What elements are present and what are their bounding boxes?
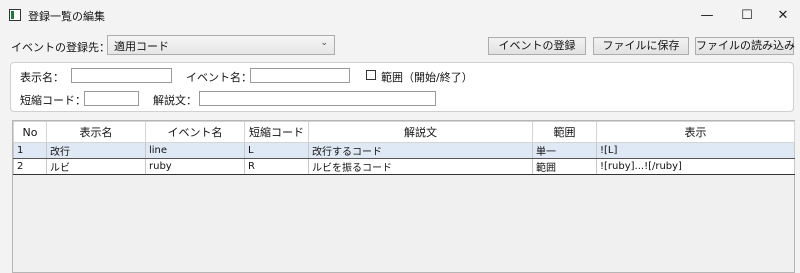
event-table: No 表示名 イベント名 短縮コード 解説文 範囲 表示 1 改行 line L… [13, 121, 795, 175]
close-button[interactable]: ✕ [764, 0, 800, 30]
table-cell[interactable]: 改行するコード [308, 142, 533, 159]
column-header-display[interactable]: 表示 [596, 121, 795, 143]
table-cell[interactable]: ruby [145, 158, 245, 175]
save-to-file-button[interactable]: ファイルに保存 [593, 37, 689, 55]
table-cell[interactable]: ルビを振るコード [308, 158, 533, 175]
table-cell[interactable]: ![L] [596, 142, 795, 159]
table-cell[interactable]: ルビ [46, 158, 146, 175]
table-cell[interactable]: line [145, 142, 245, 159]
range-checkbox[interactable] [366, 70, 376, 80]
table-cell[interactable]: L [244, 142, 309, 159]
range-label: 範囲（開始/終了） [381, 71, 473, 84]
column-header-range[interactable]: 範囲 [532, 121, 597, 143]
table-cell[interactable]: R [244, 158, 309, 175]
event-target-value: 適用コード [114, 40, 169, 53]
title-bar [0, 0, 800, 30]
table-header-row: No 表示名 イベント名 短縮コード 解説文 範囲 表示 [13, 121, 795, 143]
table-cell[interactable]: 単一 [532, 142, 597, 159]
table-cell[interactable]: 1 [13, 142, 47, 159]
display-name-label: 表示名： [20, 71, 64, 84]
maximize-button[interactable]: ☐ [728, 0, 766, 30]
column-header-no[interactable]: No [13, 121, 47, 143]
table-cell[interactable]: ![ruby]...![/ruby] [596, 158, 795, 175]
short-code-label: 短縮コード： [20, 94, 86, 107]
event-target-combobox[interactable]: 適用コード ⌄ [107, 35, 335, 55]
table-row[interactable]: 1 改行 line L 改行するコード 単一 ![L] [13, 142, 795, 159]
chevron-down-icon: ⌄ [320, 38, 328, 48]
column-header-short-code[interactable]: 短縮コード [244, 121, 309, 143]
load-file-button[interactable]: ファイルの読み込み [695, 37, 795, 55]
column-header-display-name[interactable]: 表示名 [46, 121, 146, 143]
minimize-button[interactable]: — [688, 0, 726, 30]
column-header-event-name[interactable]: イベント名 [145, 121, 245, 143]
table-row[interactable]: 2 ルビ ruby R ルビを振るコード 範囲 ![ruby]...![/rub… [13, 158, 795, 175]
display-name-field[interactable] [71, 68, 172, 83]
table-cell[interactable]: 2 [13, 158, 47, 175]
register-event-button[interactable]: イベントの登録 [488, 37, 586, 55]
event-name-label: イベント名： [186, 71, 252, 84]
app-icon [9, 9, 21, 21]
table-cell[interactable]: 改行 [46, 142, 146, 159]
short-code-field[interactable] [84, 91, 139, 106]
table-cell[interactable]: 範囲 [532, 158, 597, 175]
description-label: 解説文： [153, 94, 197, 107]
event-target-label: イベントの登録先： [11, 41, 110, 54]
window-title: 登録一覧の編集 [28, 10, 105, 23]
description-field[interactable] [199, 91, 436, 106]
column-header-description[interactable]: 解説文 [308, 121, 533, 143]
event-name-field[interactable] [250, 68, 350, 83]
